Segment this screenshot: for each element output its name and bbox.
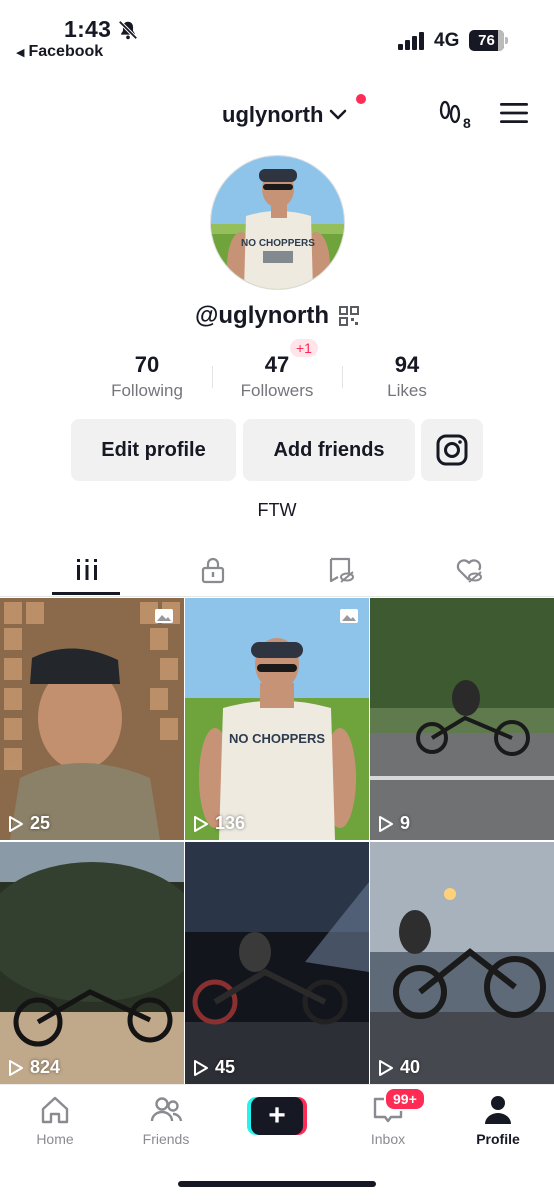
stat-followers[interactable]: 47 Followers: [212, 352, 342, 401]
view-count-value: 9: [400, 813, 411, 833]
instagram-icon: [436, 434, 468, 466]
menu-icon[interactable]: [500, 102, 528, 124]
view-count-value: 40: [400, 1057, 421, 1077]
view-count-value: 824: [30, 1057, 61, 1077]
nav-profile-label: Profile: [476, 1131, 520, 1147]
profile-icon: [485, 1096, 511, 1124]
play-icon: [9, 815, 23, 832]
home-icon: [41, 1096, 69, 1124]
video-thumbnail[interactable]: 40: [370, 842, 554, 1084]
svg-text:NO CHOPPERS: NO CHOPPERS: [241, 238, 315, 249]
nav-home-label: Home: [36, 1131, 74, 1147]
following-count: 70: [134, 352, 160, 377]
new-followers-badge: +1: [290, 339, 318, 357]
chevron-down-icon: [330, 109, 347, 120]
view-count: 40: [378, 1057, 420, 1078]
edit-profile-button[interactable]: Edit profile: [71, 419, 236, 481]
play-icon: [9, 1059, 23, 1076]
inbox-badge: 99+: [384, 1087, 426, 1111]
profile-stats: 70 Following 47 Followers 94 Likes: [82, 352, 472, 404]
handle-row: @uglynorth: [0, 302, 554, 330]
view-count-value: 45: [215, 1057, 236, 1077]
video-thumbnail[interactable]: 824: [0, 842, 184, 1084]
active-tab-indicator: [52, 592, 120, 595]
view-count-value: 25: [30, 813, 51, 833]
video-thumbnail[interactable]: NO CHOPPERS 136: [185, 598, 369, 840]
profile-header: uglynorth 8: [0, 88, 554, 144]
add-friends-button[interactable]: Add friends: [243, 419, 415, 481]
video-thumbnail[interactable]: 25: [0, 598, 184, 840]
friends-icon: [150, 1097, 183, 1122]
stat-following[interactable]: 70 Following: [82, 352, 212, 401]
videos-grid-tab-icon[interactable]: [72, 555, 102, 585]
status-bar: 1:43 ◀ Facebook 4G 76: [0, 0, 554, 70]
play-icon: [194, 1059, 208, 1076]
video-grid: 25 NO CHOPPERS 136 9 824 45 40: [0, 598, 554, 1084]
qr-code-icon[interactable]: [339, 306, 360, 326]
following-label: Following: [111, 381, 183, 400]
nav-profile[interactable]: Profile: [458, 1093, 538, 1147]
play-icon: [379, 815, 393, 832]
view-count-value: 136: [215, 813, 246, 833]
nav-inbox-label: Inbox: [370, 1131, 406, 1147]
signal-icon: [398, 32, 424, 50]
account-switcher[interactable]: uglynorth: [222, 102, 347, 128]
back-app-label: Facebook: [28, 43, 104, 60]
play-icon: [379, 1059, 393, 1076]
profile-handle: @uglynorth: [194, 302, 330, 329]
liked-videos-hidden-icon[interactable]: [454, 555, 484, 585]
profile-bio: FTW: [257, 500, 297, 520]
battery-icon: 76: [469, 30, 509, 51]
network-type: 4G: [434, 30, 460, 51]
view-count: 45: [193, 1057, 235, 1078]
view-count: 9: [378, 813, 410, 834]
play-icon: [194, 815, 208, 832]
photo-icon: [340, 609, 358, 623]
photo-icon: [155, 609, 173, 623]
view-count: 824: [8, 1057, 60, 1078]
nav-friends-label: Friends: [142, 1131, 190, 1147]
stat-likes[interactable]: 94 Likes: [342, 352, 472, 401]
notification-dot: [356, 94, 366, 104]
view-count: 136: [193, 813, 245, 834]
profile-tabs: [0, 545, 554, 597]
video-thumbnail[interactable]: 9: [370, 598, 554, 840]
back-to-app-link[interactable]: ◀ Facebook: [16, 43, 103, 61]
battery-level: 76: [478, 32, 495, 49]
likes-label: Likes: [387, 381, 427, 400]
view-count: 25: [8, 813, 50, 834]
nav-friends[interactable]: Friends: [126, 1093, 206, 1147]
favorites-hidden-icon[interactable]: [326, 555, 356, 585]
create-button[interactable]: +: [247, 1097, 307, 1135]
svg-text:NO CHOPPERS: NO CHOPPERS: [229, 731, 325, 746]
footprint-icon[interactable]: 8: [438, 98, 474, 130]
nav-home[interactable]: Home: [15, 1093, 95, 1147]
avatar[interactable]: NO CHOPPERS: [210, 155, 345, 290]
instagram-button[interactable]: [421, 419, 483, 481]
likes-count: 94: [394, 352, 420, 377]
bell-muted-icon: [118, 20, 138, 40]
header-username: uglynorth: [222, 102, 324, 127]
status-time: 1:43: [64, 16, 112, 42]
followers-count: 47: [264, 352, 290, 377]
plus-icon: +: [251, 1097, 303, 1135]
video-thumbnail[interactable]: 45: [185, 842, 369, 1084]
back-arrow-icon: ◀: [16, 46, 25, 59]
home-indicator[interactable]: [178, 1181, 376, 1187]
footprint-count: 8: [463, 115, 471, 130]
private-videos-lock-icon[interactable]: [198, 555, 228, 585]
followers-label: Followers: [240, 381, 314, 400]
